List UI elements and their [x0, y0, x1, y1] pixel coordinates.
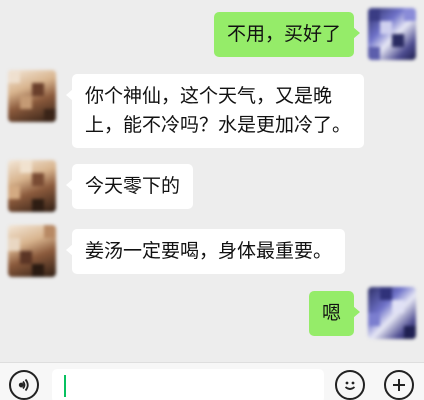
my-avatar[interactable] [368, 287, 416, 339]
emoji-icon[interactable] [335, 370, 365, 400]
message-text: 姜汤一定要喝，身体最重要。 [85, 240, 333, 262]
message-text: 嗯 [321, 302, 341, 324]
message-outgoing[interactable]: 不用，买好了 [213, 12, 361, 57]
message-text-line: 你个神仙，这个天气，又是晚 [85, 85, 333, 107]
voice-icon[interactable] [9, 370, 39, 400]
message-incoming[interactable]: 你个神仙，这个天气，又是晚 上，能不冷吗？水是更加冷了。 [65, 74, 365, 148]
friend-avatar[interactable] [8, 160, 56, 212]
message-input[interactable] [52, 369, 324, 400]
friend-avatar[interactable] [8, 225, 56, 277]
chat-input-bar [0, 362, 424, 400]
text-caret [64, 375, 66, 397]
message-incoming[interactable]: 姜汤一定要喝，身体最重要。 [65, 229, 346, 274]
message-text-line: 上，能不冷吗？水是更加冷了。 [85, 114, 352, 136]
message-text: 不用，买好了 [226, 23, 341, 45]
my-avatar[interactable] [368, 8, 416, 60]
message-outgoing[interactable]: 嗯 [308, 291, 361, 336]
plus-icon[interactable] [384, 370, 414, 400]
chat-screen: 不用，买好了 你个神仙，这个天气，又是晚 上，能不冷吗？水是更加冷了。 今天零下… [0, 0, 424, 400]
message-incoming[interactable]: 今天零下的 [65, 164, 194, 209]
message-text: 今天零下的 [85, 175, 181, 197]
friend-avatar[interactable] [8, 70, 56, 122]
